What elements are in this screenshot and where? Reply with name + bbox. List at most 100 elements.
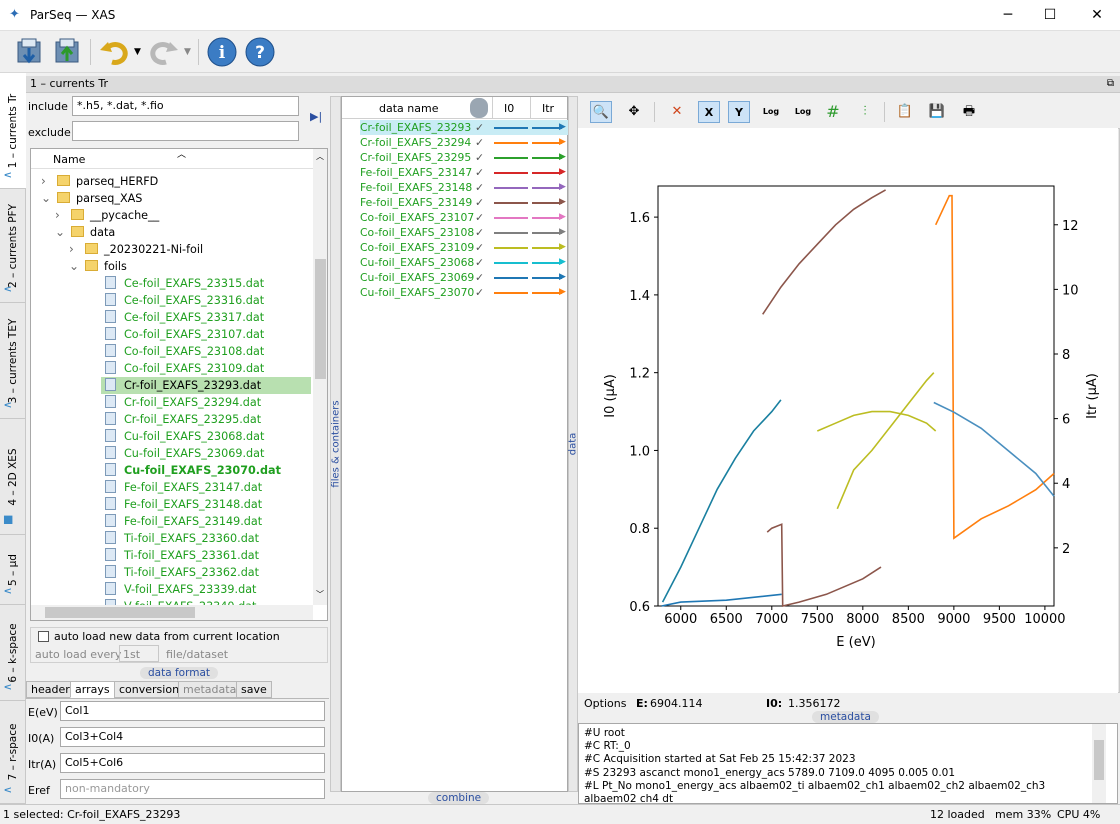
tree-header[interactable]: Name ︿: [31, 149, 313, 169]
format-field-input[interactable]: non-mandatory: [60, 779, 325, 799]
tree-vscroll-thumb[interactable]: [315, 259, 326, 379]
plot-area[interactable]: 6000 6500 7000 7500 8000 8500 9000 9500 10000 0.6…: [578, 128, 1118, 693]
data-row[interactable]: Cu-foil_EXAFS_23068 ✓ ▶: [360, 255, 568, 270]
i0-line-style[interactable]: [494, 157, 528, 159]
expand-icon[interactable]: ›: [69, 241, 74, 258]
scroll-down-icon[interactable]: ﹀: [316, 589, 324, 600]
print-plot-button[interactable]: 🖶: [958, 101, 980, 123]
tree-hscroll-thumb[interactable]: [45, 607, 195, 618]
collapse-icon[interactable]: ⌄: [55, 224, 65, 241]
col-header-itr[interactable]: Itr: [542, 102, 554, 115]
col-header-i0[interactable]: I0: [504, 102, 514, 115]
col-header-name[interactable]: data name: [379, 102, 438, 115]
tree-file[interactable]: Co-foil_EXAFS_23107.dat: [105, 326, 264, 343]
visible-check-icon[interactable]: ✓: [475, 180, 484, 195]
expand-icon[interactable]: ›: [55, 207, 60, 224]
itr-line-style[interactable]: [532, 292, 562, 294]
i0-line-style[interactable]: [494, 247, 528, 249]
close-button[interactable]: ✕: [1074, 0, 1120, 31]
itr-line-style[interactable]: [532, 247, 562, 249]
data-row[interactable]: Cr-foil_EXAFS_23295 ✓ ▶: [360, 150, 568, 165]
tree-folder[interactable]: ⌄ foils: [69, 258, 127, 275]
tree-folder[interactable]: › parseq_HERFD: [41, 173, 158, 190]
visible-check-icon[interactable]: ✓: [475, 150, 484, 165]
data-splitter[interactable]: data: [568, 96, 579, 792]
tree-file[interactable]: Fe-foil_EXAFS_23149.dat: [105, 513, 262, 530]
tree-folder[interactable]: › __pycache__: [55, 207, 159, 224]
save-plot-button[interactable]: 💾: [926, 101, 948, 123]
visible-check-icon[interactable]: ✓: [475, 135, 484, 150]
node-tab-7[interactable]: 7 – r-space ∧: [0, 701, 26, 804]
tree-file[interactable]: V-foil_EXAFS_23339.dat: [105, 581, 256, 598]
metadata-text[interactable]: #U root #C RT:_0 #C Acquisition started at…: [578, 723, 1118, 804]
tree-file[interactable]: Cr-foil_EXAFS_23294.dat: [105, 394, 261, 411]
log-y-button[interactable]: Log: [792, 101, 814, 123]
maximize-button[interactable]: ☐: [1027, 0, 1073, 31]
node-tab-1[interactable]: 1 – currents Tr ∧: [0, 73, 26, 189]
load-project-button[interactable]: [14, 36, 46, 68]
itr-line-style[interactable]: [532, 187, 562, 189]
node-tab-3[interactable]: 3 – currents TEY ∧: [0, 303, 26, 419]
i0-line-style[interactable]: [494, 127, 528, 129]
help-button[interactable]: ?: [244, 36, 276, 68]
data-format-title[interactable]: data format: [140, 667, 219, 679]
visible-check-icon[interactable]: ✓: [475, 240, 484, 255]
files-containers-splitter[interactable]: files & containers: [330, 96, 341, 792]
itr-line-style[interactable]: [532, 277, 562, 279]
i0-line-style[interactable]: [494, 292, 528, 294]
visible-check-icon[interactable]: ✓: [475, 285, 484, 300]
node-tab-2[interactable]: 2 – currents PFY ∧: [0, 189, 26, 303]
i0-line-style[interactable]: [494, 262, 528, 264]
data-row[interactable]: Co-foil_EXAFS_23107 ✓ ▶: [360, 210, 568, 225]
reset-zoom-button[interactable]: ✕: [666, 101, 688, 123]
i0-line-style[interactable]: [494, 202, 528, 204]
format-field-input[interactable]: Col3+Col4: [60, 727, 325, 747]
visibility-toggle-icon[interactable]: [470, 98, 488, 118]
tree-folder[interactable]: ⌄ data: [55, 224, 115, 241]
itr-line-style[interactable]: [532, 217, 562, 219]
node-tab-4[interactable]: 4 – 2D XES ■: [0, 419, 26, 535]
tree-file[interactable]: Cr-foil_EXAFS_23295.dat: [105, 411, 261, 428]
zoom-tool-button[interactable]: 🔍: [590, 101, 612, 123]
include-filter-input[interactable]: *.h5, *.dat, *.fio: [72, 96, 299, 116]
tree-file[interactable]: Cr-foil_EXAFS_23293.dat: [101, 377, 311, 394]
data-row[interactable]: Cu-foil_EXAFS_23070 ✓ ▶: [360, 285, 568, 300]
tree-file[interactable]: Ce-foil_EXAFS_23315.dat: [105, 275, 264, 292]
data-row[interactable]: Fe-foil_EXAFS_23147 ✓ ▶: [360, 165, 568, 180]
exclude-filter-input[interactable]: [72, 121, 299, 141]
copy-plot-button[interactable]: 📋: [894, 101, 916, 123]
redo-button[interactable]: [148, 36, 180, 68]
visible-check-icon[interactable]: ✓: [475, 120, 484, 135]
i0-line-style[interactable]: [494, 277, 528, 279]
tree-hscrollbar[interactable]: [31, 605, 313, 620]
tab-header[interactable]: header: [26, 681, 75, 698]
autoload-every-select[interactable]: 1st: [119, 645, 159, 662]
save-project-button[interactable]: [52, 36, 84, 68]
tree-file[interactable]: Co-foil_EXAFS_23108.dat: [105, 343, 264, 360]
itr-line-style[interactable]: [532, 127, 562, 129]
itr-line-style[interactable]: [532, 202, 562, 204]
data-row[interactable]: Cu-foil_EXAFS_23069 ✓ ▶: [360, 270, 568, 285]
tree-vscrollbar[interactable]: ︿ ﹀: [313, 149, 327, 605]
data-row[interactable]: Co-foil_EXAFS_23108 ✓ ▶: [360, 225, 568, 240]
itr-line-style[interactable]: [532, 157, 562, 159]
combine-label[interactable]: combine: [428, 792, 490, 804]
tree-file[interactable]: Fe-foil_EXAFS_23147.dat: [105, 479, 262, 496]
options-button[interactable]: Options: [584, 697, 626, 710]
tab-metadata[interactable]: metadata: [178, 681, 242, 698]
tab-arrays[interactable]: arrays: [70, 681, 115, 698]
tree-file[interactable]: Cu-foil_EXAFS_23069.dat: [105, 445, 264, 462]
autoload-checkbox[interactable]: [38, 631, 49, 642]
metadata-label[interactable]: metadata: [812, 711, 879, 723]
undo-dropdown-icon[interactable]: ▼: [134, 47, 141, 57]
file-tree[interactable]: Name ︿ › parseq_HERFD ⌄ parseq_XAS › __pycach…: [30, 148, 328, 621]
format-field-input[interactable]: Col5+Col6: [60, 753, 325, 773]
autoscale-x-button[interactable]: X: [698, 101, 720, 123]
tree-file[interactable]: Cu-foil_EXAFS_23068.dat: [105, 428, 264, 445]
undock-icon[interactable]: ⧉: [1107, 76, 1114, 92]
format-field-input[interactable]: Col1: [60, 701, 325, 721]
tree-folder[interactable]: ⌄ parseq_XAS: [41, 190, 142, 207]
visible-check-icon[interactable]: ✓: [475, 225, 484, 240]
tree-file[interactable]: Ce-foil_EXAFS_23316.dat: [105, 292, 264, 309]
collapse-icon[interactable]: ⌄: [69, 258, 79, 275]
